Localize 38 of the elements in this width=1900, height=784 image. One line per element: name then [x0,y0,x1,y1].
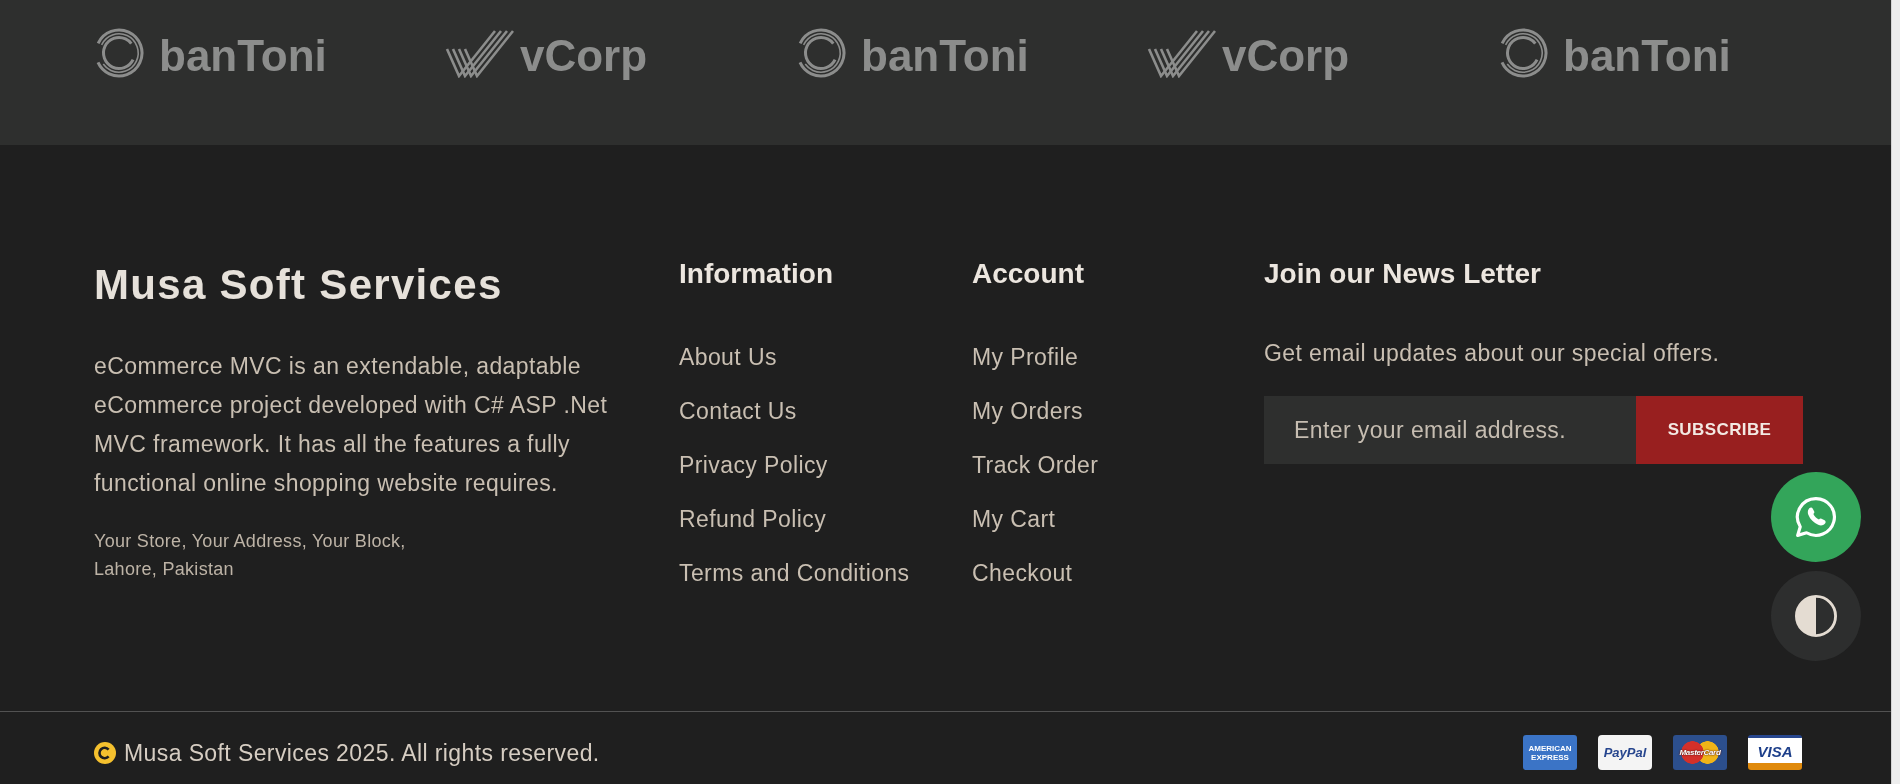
brand-name: vCorp [520,30,648,81]
brand-name: banToni [1563,30,1731,81]
rings-icon [796,28,846,78]
footer-link[interactable]: Contact Us [679,395,797,427]
address-line: Lahore, Pakistan [94,558,234,581]
footer-link[interactable]: Privacy Policy [679,449,828,481]
company-name: Musa Soft Services [94,260,503,310]
scrollbar-track[interactable] [1891,0,1900,784]
email-field[interactable]: Enter your email address. [1264,396,1636,464]
footer-link[interactable]: Checkout [972,557,1073,589]
footer-link[interactable]: About Us [679,341,777,373]
footer-link[interactable]: Track Order [972,449,1099,481]
footer-link[interactable]: My Cart [972,503,1056,535]
subscribe-button[interactable]: SUBSCRIBE [1636,396,1803,464]
payment-card-logo: PayPal [1598,735,1652,770]
stripes-icon [1147,28,1217,78]
footer-link[interactable]: My Profile [972,341,1079,373]
payment-card-logo: VISA [1748,735,1802,770]
brand-name: banToni [159,30,327,81]
copyright-text: Musa Soft Services 2025. All rights reserved. [124,738,600,768]
copyright-icon [94,741,116,764]
column-heading: Join our News Letter [1264,257,1541,291]
phone-bubble-icon [1795,496,1837,538]
contrast-icon [1795,595,1837,637]
payment-card-logo: AMERICAN EXPRESS [1523,735,1577,770]
rings-icon [1498,28,1548,78]
newsletter-text: Get email updates about our special offers. [1264,339,1720,368]
address-line: Your Store, Your Address, Your Block, [94,530,406,553]
brand-name: banToni [861,30,1029,81]
footer-link[interactable]: My Orders [972,395,1083,427]
brand-name: vCorp [1222,30,1350,81]
footer-link[interactable]: Terms and Conditions [679,557,910,589]
column-heading: Information [679,257,833,291]
column-heading: Account [972,257,1084,291]
description-text: eCommerce MVC is an extendable, adaptable eCommerce project developed with C# ASP .Net MVC framework. It has all the features a fully functional online shopping website requires. [94,352,609,498]
rings-icon [94,28,144,78]
footer-link[interactable]: Refund Policy [679,503,827,535]
stripes-icon [445,28,515,78]
